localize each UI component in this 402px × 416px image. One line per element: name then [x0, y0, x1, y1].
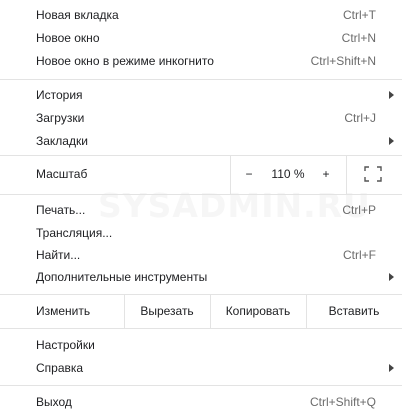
menu-item-find[interactable]: Найти... Ctrl+F — [0, 244, 402, 266]
menu-item-bookmarks[interactable]: Закладки — [0, 130, 402, 152]
menu-item-cast[interactable]: Трансляция... — [0, 222, 402, 244]
edit-label: Изменить — [36, 304, 91, 318]
menu-item-downloads[interactable]: Загрузки Ctrl+J — [0, 107, 402, 129]
submenu-arrow-icon — [389, 91, 394, 99]
chrome-main-menu: SYSADMIN.RU Новая вкладка Ctrl+T Новое о… — [0, 0, 402, 416]
fullscreen-icon[interactable] — [364, 166, 382, 182]
menu-item-exit[interactable]: Выход Ctrl+Shift+Q — [0, 391, 402, 413]
zoom-divider — [346, 155, 347, 194]
menu-item-shortcut: Ctrl+F — [343, 248, 376, 262]
menu-item-label: Выход — [36, 395, 72, 409]
menu-item-help[interactable]: Справка — [0, 357, 402, 379]
menu-item-settings[interactable]: Настройки — [0, 334, 402, 356]
menu-item-shortcut: Ctrl+N — [341, 31, 376, 45]
menu-item-shortcut: Ctrl+Shift+N — [310, 54, 376, 68]
menu-item-shortcut: Ctrl+J — [344, 111, 376, 125]
zoom-divider — [230, 155, 231, 194]
menu-item-label: Найти... — [36, 248, 81, 262]
edit-row: Изменить Вырезать Копировать Вставить — [0, 295, 402, 328]
menu-item-history[interactable]: История — [0, 84, 402, 106]
menu-separator — [0, 328, 402, 329]
menu-item-label: Новое окно — [36, 31, 100, 45]
menu-item-new-tab[interactable]: Новая вкладка Ctrl+T — [0, 4, 402, 26]
cut-button[interactable]: Вырезать — [124, 295, 210, 328]
menu-item-label: Новое окно в режиме инкогнито — [36, 54, 214, 68]
menu-item-shortcut: Ctrl+P — [342, 203, 376, 217]
menu-item-label: Печать... — [36, 203, 86, 217]
menu-item-label: Загрузки — [36, 111, 85, 125]
menu-item-label: Закладки — [36, 134, 88, 148]
menu-separator — [0, 79, 402, 80]
submenu-arrow-icon — [389, 273, 394, 281]
menu-item-print[interactable]: Печать... Ctrl+P — [0, 199, 402, 221]
menu-item-label: Настройки — [36, 338, 95, 352]
menu-item-label: Дополнительные инструменты — [36, 270, 208, 284]
zoom-out-button[interactable]: − — [236, 155, 262, 194]
menu-item-label: Новая вкладка — [36, 8, 119, 22]
submenu-arrow-icon — [389, 364, 394, 372]
menu-item-new-incognito-window[interactable]: Новое окно в режиме инкогнито Ctrl+Shift… — [0, 50, 402, 72]
copy-button[interactable]: Копировать — [210, 295, 306, 328]
zoom-row: Масштаб − 110 % + — [0, 155, 402, 194]
menu-separator — [0, 194, 402, 195]
paste-button[interactable]: Вставить — [306, 295, 402, 328]
menu-item-label: Справка — [36, 361, 84, 375]
menu-item-shortcut: Ctrl+T — [343, 8, 376, 22]
menu-item-new-window[interactable]: Новое окно Ctrl+N — [0, 27, 402, 49]
menu-item-shortcut: Ctrl+Shift+Q — [309, 395, 376, 409]
menu-item-label: Трансляция... — [36, 226, 113, 240]
zoom-label: Масштаб — [36, 167, 88, 181]
menu-separator — [0, 385, 402, 386]
zoom-level: 110 % — [271, 167, 305, 181]
submenu-arrow-icon — [389, 137, 394, 145]
menu-item-label: История — [36, 88, 83, 102]
menu-item-more-tools[interactable]: Дополнительные инструменты — [0, 266, 402, 288]
zoom-in-button[interactable]: + — [314, 155, 338, 194]
